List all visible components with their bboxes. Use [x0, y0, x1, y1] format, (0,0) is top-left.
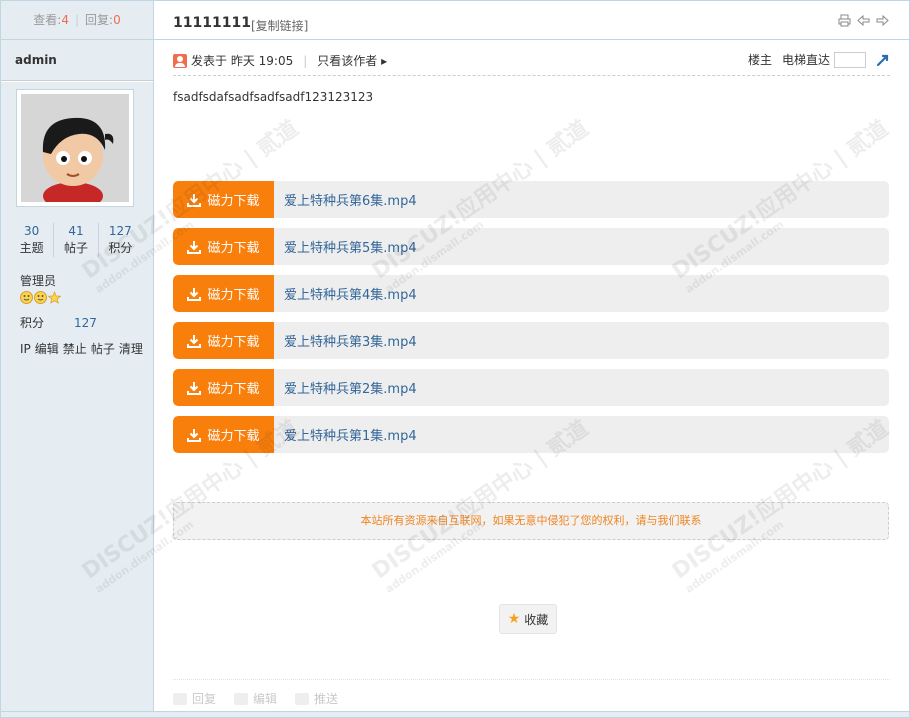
online-user-icon: [173, 53, 187, 68]
replies-label: 回复:: [85, 13, 114, 27]
star-icon: [47, 291, 62, 304]
star-icon: ★: [507, 611, 521, 627]
post-frame: 查看:4 | 回复:0 admin 30 主题 41 帖子 127 积分 管理员…: [0, 0, 910, 718]
stat-credits[interactable]: 127 积分: [97, 223, 142, 257]
download-list: 磁力下载 爱上特种兵第6集.mp4 磁力下载 爱上特种兵第5集.mp4 磁力下载…: [173, 181, 889, 463]
download-item: 磁力下载 爱上特种兵第1集.mp4: [173, 416, 889, 453]
magnet-download-button[interactable]: 磁力下载: [173, 416, 274, 453]
smiley-icon: [34, 291, 47, 304]
download-icon: [187, 428, 202, 442]
post-time: 发表于 昨天 19:05: [191, 54, 294, 68]
views-count: 4: [61, 13, 69, 27]
print-icon[interactable]: [838, 14, 851, 27]
title-bar: 11111111 [复制链接]: [154, 1, 909, 40]
thread-title: 11111111: [173, 15, 251, 31]
copyright-notice: 本站所有资源来自互联网，如果无意中侵犯了您的权利，请与我们联系: [173, 502, 889, 540]
download-icon: [187, 240, 202, 254]
magnet-download-button[interactable]: 磁力下载: [173, 181, 274, 218]
floor-label: 楼主: [747, 53, 772, 67]
stat-posts[interactable]: 41 帖子: [53, 223, 97, 257]
author-name[interactable]: admin: [1, 40, 153, 81]
user-stats: 30 主题 41 帖子 127 积分: [10, 223, 142, 257]
favorite-button[interactable]: ★ 收藏: [499, 604, 557, 634]
pencil-icon: [234, 692, 249, 705]
views-label: 查看:: [33, 13, 62, 27]
download-item: 磁力下载 爱上特种兵第6集.mp4: [173, 181, 889, 218]
admin-link-edit[interactable]: 编辑: [35, 342, 59, 356]
admin-link-ip[interactable]: IP: [20, 342, 31, 356]
prev-thread-icon[interactable]: [857, 14, 870, 27]
avatar-image: [21, 94, 129, 202]
floor-jump-input[interactable]: [834, 51, 866, 68]
rank-icons: [20, 291, 62, 304]
replies-count: 0: [113, 13, 121, 27]
download-file-link[interactable]: 爱上特种兵第6集.mp4: [284, 190, 417, 209]
download-file-link[interactable]: 爱上特种兵第1集.mp4: [284, 425, 417, 444]
download-file-link[interactable]: 爱上特种兵第5集.mp4: [284, 237, 417, 256]
magnet-download-button[interactable]: 磁力下载: [173, 228, 274, 265]
admin-link-posts[interactable]: 帖子: [91, 342, 115, 356]
next-thread-icon[interactable]: [876, 14, 889, 27]
post-meta: 发表于 昨天 19:05 | 只看该作者 楼主 电梯直达: [173, 51, 890, 76]
download-file-link[interactable]: 爱上特种兵第3集.mp4: [284, 331, 417, 350]
author-sidebar: 查看:4 | 回复:0 admin 30 主题 41 帖子 127 积分 管理员…: [1, 1, 154, 717]
post-body-text: fsadfsdafsadfsadfsadf123123123: [173, 90, 374, 104]
credit-line: 积分 127: [20, 314, 97, 331]
smiley-icon: [20, 291, 33, 304]
user-group[interactable]: 管理员: [20, 272, 56, 289]
admin-links: IP 编辑 禁止 帖子 清理: [20, 340, 147, 357]
title-tools: [838, 14, 889, 27]
stat-threads[interactable]: 30 主题: [10, 223, 53, 257]
copy-link[interactable]: [复制链接]: [251, 17, 308, 34]
download-icon: [187, 193, 202, 207]
admin-link-clean[interactable]: 清理: [119, 342, 143, 356]
download-item: 磁力下载 爱上特种兵第4集.mp4: [173, 275, 889, 312]
edit-button[interactable]: 编辑: [234, 690, 277, 707]
avatar[interactable]: [16, 89, 134, 207]
push-icon: [295, 692, 310, 705]
go-icon[interactable]: [876, 53, 890, 67]
credit-label: 积分: [20, 316, 45, 330]
download-icon: [187, 287, 202, 301]
post-main: 11111111 [复制链接] 发表于 昨天 19:05 | 只看该作者 楼主 …: [78, 1, 909, 717]
reply-button[interactable]: 回复: [173, 690, 216, 707]
download-icon: [187, 381, 202, 395]
elevator-label: 电梯直达: [781, 53, 830, 67]
download-file-link[interactable]: 爱上特种兵第4集.mp4: [284, 284, 417, 303]
magnet-download-button[interactable]: 磁力下载: [173, 322, 274, 359]
download-item: 磁力下载 爱上特种兵第5集.mp4: [173, 228, 889, 265]
credit-value[interactable]: 127: [74, 316, 97, 330]
download-icon: [187, 334, 202, 348]
download-item: 磁力下载 爱上特种兵第2集.mp4: [173, 369, 889, 406]
magnet-download-button[interactable]: 磁力下载: [173, 369, 274, 406]
post-actions: 回复 编辑 推送: [173, 679, 890, 707]
reply-icon: [173, 692, 187, 705]
magnet-download-button[interactable]: 磁力下载: [173, 275, 274, 312]
download-file-link[interactable]: 爱上特种兵第2集.mp4: [284, 378, 417, 397]
thread-stats: 查看:4 | 回复:0: [1, 1, 153, 40]
only-author-link[interactable]: 只看该作者: [317, 52, 387, 69]
download-item: 磁力下载 爱上特种兵第3集.mp4: [173, 322, 889, 359]
push-button[interactable]: 推送: [295, 690, 338, 707]
admin-link-ban[interactable]: 禁止: [63, 342, 87, 356]
footer-divider: [1, 711, 909, 717]
